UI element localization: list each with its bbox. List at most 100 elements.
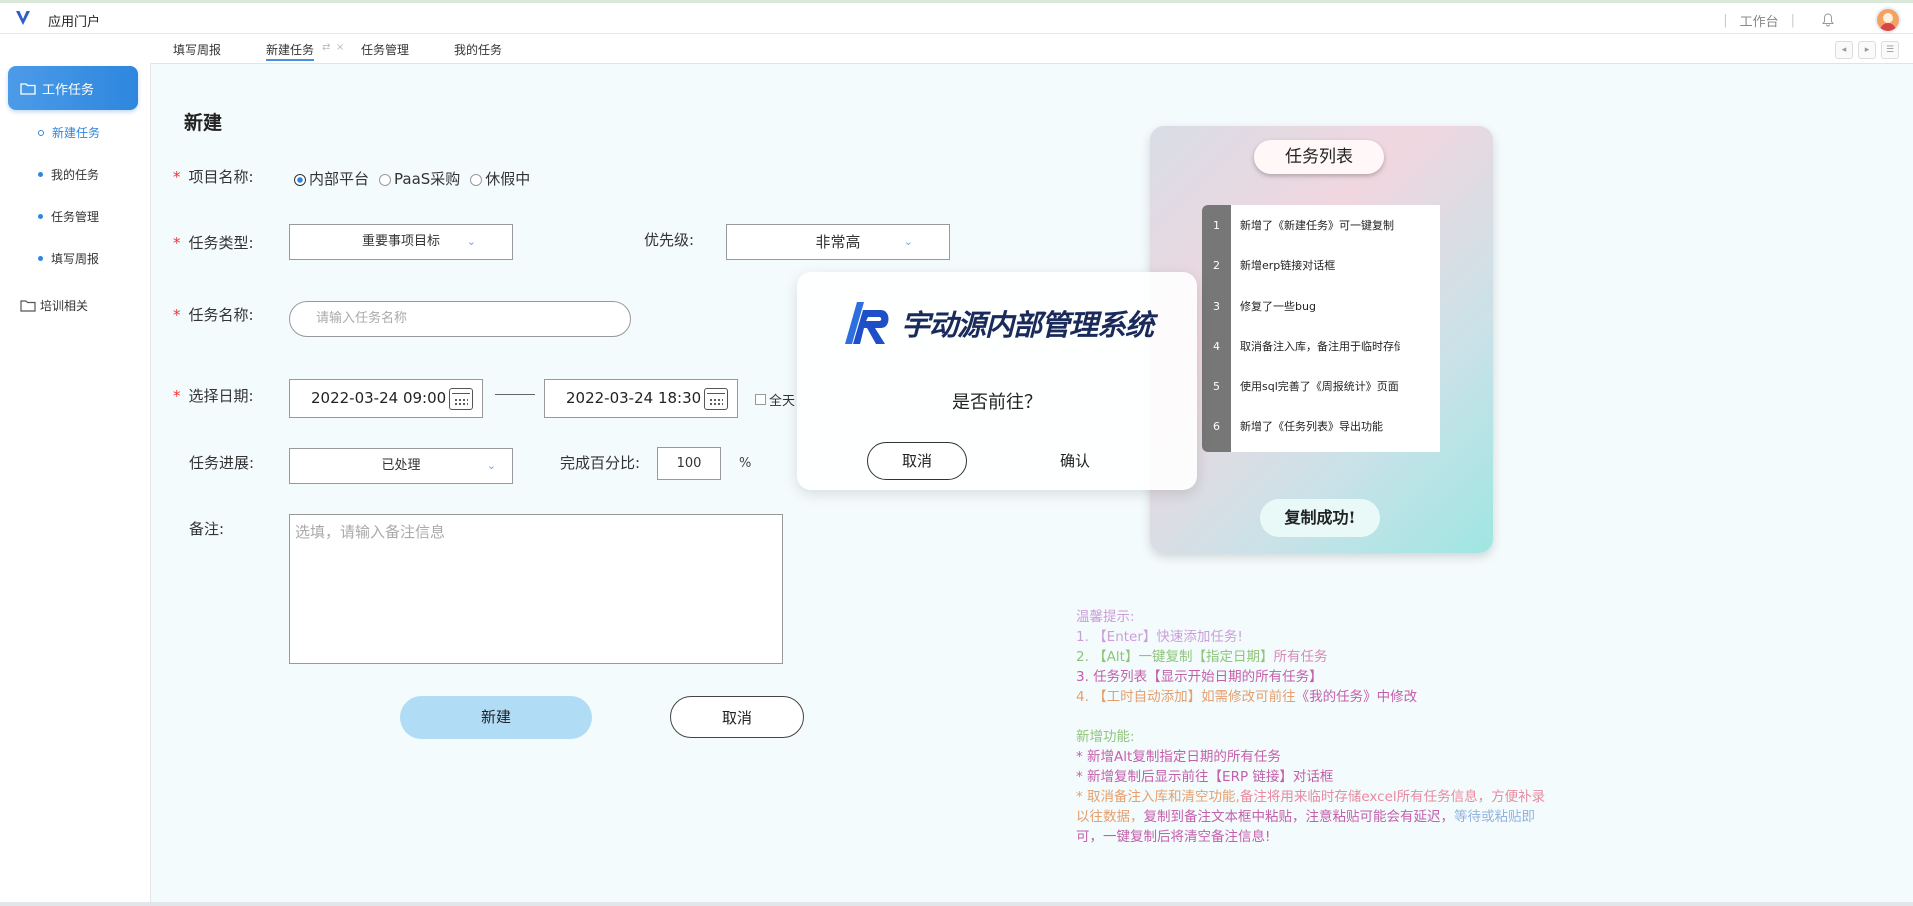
sidebar-item-label: 我的任务 xyxy=(51,168,100,182)
percent-input[interactable]: 100 xyxy=(657,447,721,480)
required-mark: * xyxy=(173,387,181,405)
sidebar-menu-work-tasks[interactable]: 工作任务 xyxy=(8,66,138,110)
allday-checkbox[interactable]: 全天 xyxy=(755,390,795,409)
brand-logo-icon xyxy=(845,302,889,344)
brand-name: 宇动源内部管理系统 xyxy=(901,308,1154,342)
note-textarea[interactable]: 选填，请输入备注信息 xyxy=(289,514,783,664)
task-type-select[interactable]: 重要事项目标 ⌄ xyxy=(289,224,513,260)
row-text: 使用sql完善了《周报统计》页面 xyxy=(1240,380,1399,393)
tab-my-tasks[interactable]: 我的任务 xyxy=(454,41,502,58)
tab-weekly-report[interactable]: 填写周报 xyxy=(173,41,221,58)
tip-text: 2. 【Alt】一键复制【指定日期】 xyxy=(1076,649,1274,665)
tip-line: 2. 【Alt】一键复制【指定日期】所有任务 xyxy=(1076,647,1545,667)
task-name-label-text: 任务名称: xyxy=(188,306,254,324)
start-date-input[interactable]: 2022-03-24 09:00 xyxy=(289,379,483,418)
user-avatar[interactable] xyxy=(1875,7,1901,33)
list-item: 5 使用sql完善了《周报统计》页面 xyxy=(1202,366,1440,406)
bell-icon[interactable] xyxy=(1821,13,1835,27)
tab-close-icon[interactable]: × xyxy=(336,42,344,53)
task-list: 1 新增了《新建任务》可一键复制 2 新增erp链接对话框 3 修复了一些bug 4 取… xyxy=(1202,205,1440,452)
tab-bar: 填写周报 新建任务 ⇄ × 任务管理 我的任务 ◂ ▸ ☰ xyxy=(0,34,1913,64)
row-number: 5 xyxy=(1213,379,1220,393)
divider: | xyxy=(1790,12,1795,28)
cancel-button[interactable]: 取消 xyxy=(670,696,804,738)
tab-new-task[interactable]: 新建任务 xyxy=(266,41,315,61)
tip-line: 4. 【工时自动添加】如需修改可前往《我的任务》中修改 xyxy=(1076,687,1545,707)
sidebar-item-my-tasks[interactable]: 我的任务 xyxy=(38,166,99,183)
end-date-input[interactable]: 2022-03-24 18:30 xyxy=(544,379,738,418)
select-value: 已处理 xyxy=(381,458,421,473)
calendar-icon[interactable] xyxy=(449,388,473,410)
radio-internal-platform[interactable] xyxy=(294,173,306,186)
required-mark: * xyxy=(173,168,181,186)
chevron-down-icon: ⌄ xyxy=(903,235,913,248)
row-number: 2 xyxy=(1213,258,1220,272)
priority-select[interactable]: 非常高 ⌄ xyxy=(726,224,950,260)
row-text: 新增erp链接对话框 xyxy=(1240,259,1336,272)
date-value: 2022-03-24 09:00 xyxy=(311,389,447,407)
tip-text: 4. 【工时自动添加】如需修改可前往 xyxy=(1076,689,1296,705)
sidebar-menu-training[interactable]: 培训相关 xyxy=(20,297,88,314)
radio-on-leave[interactable] xyxy=(470,173,483,186)
task-list-panel: 任务列表 1 新增了《新建任务》可一键复制 2 新增erp链接对话框 3 修复了一些b… xyxy=(1150,126,1493,553)
task-type-label-text: 任务类型: xyxy=(188,234,254,252)
sidebar-item-weekly-report[interactable]: 填写周报 xyxy=(38,250,99,267)
checkbox-box[interactable] xyxy=(755,394,766,405)
sidebar-item-label: 填写周报 xyxy=(51,252,100,266)
tip-text: 《我的任务》中修改 xyxy=(1295,689,1418,705)
row-number: 6 xyxy=(1213,419,1220,433)
progress-select[interactable]: 已处理 ⌄ xyxy=(289,448,513,484)
tab-menu-icon[interactable]: ☰ xyxy=(1881,41,1899,59)
feature-line: * 新增复制后显示前往【ERP 链接】对话框 xyxy=(1076,767,1545,787)
feature-text: 以往数据， xyxy=(1076,809,1144,825)
select-value: 重要事项目标 xyxy=(361,234,440,249)
project-radio-group: 内部平台 PaaS采购 休假中 xyxy=(294,168,530,189)
feature-line: * 新增Alt复制指定日期的所有任务 xyxy=(1076,749,1281,765)
feature-text: 备注将用来临时存储excel所有任务信息，方便补录 xyxy=(1239,789,1546,805)
date-value: 2022-03-24 18:30 xyxy=(566,389,702,407)
feature-text: 注意粘贴可能会有延迟， xyxy=(1305,809,1455,825)
task-name-input[interactable]: 请输入任务名称 xyxy=(289,301,631,337)
chevron-down-icon: ⌄ xyxy=(486,459,496,472)
workbench-link[interactable]: 工作台 xyxy=(1740,11,1779,30)
tab-refresh-icon[interactable]: ⇄ xyxy=(322,42,330,53)
feature-text: 复制到备注文本框中粘贴， xyxy=(1143,809,1306,825)
dialog-question: 是否前往？ xyxy=(952,392,1042,413)
page-title: 新建 xyxy=(184,112,223,134)
sidebar-item-task-management[interactable]: 任务管理 xyxy=(38,208,99,225)
copy-success-button[interactable]: 复制成功! xyxy=(1260,499,1380,537)
radio-label: 内部平台 xyxy=(309,170,370,188)
top-right-toolbar: | 工作台 | xyxy=(1711,7,1913,33)
radio-paas[interactable] xyxy=(379,173,392,186)
bullet-icon xyxy=(38,129,44,136)
priority-label: 优先级: xyxy=(644,231,695,249)
note-label: 备注: xyxy=(189,520,225,538)
calendar-icon[interactable] xyxy=(704,388,728,410)
allday-label: 全天 xyxy=(769,394,796,409)
top-bar: 应用门户 | 工作台 | xyxy=(0,0,1913,34)
create-button[interactable]: 新建 xyxy=(400,696,592,739)
sidebar-item-new-task[interactable]: 新建任务 xyxy=(38,124,100,141)
chevron-down-icon: ⌄ xyxy=(466,235,476,248)
row-text: 取消备注入库，备注用于临时存储 xyxy=(1240,340,1400,353)
sidebar: 工作任务 新建任务 我的任务 任务管理 填写周报 培训相关 xyxy=(0,63,151,906)
row-text: 修复了一些bug xyxy=(1240,300,1316,313)
feature-text: * 新增复制后显示前往 xyxy=(1076,769,1209,785)
sidebar-item-label: 新建任务 xyxy=(52,126,101,140)
tab-scroll-left-icon[interactable]: ◂ xyxy=(1835,41,1853,59)
select-value: 非常高 xyxy=(815,233,861,251)
date-range-separator xyxy=(495,394,535,395)
feature-text: * 取消备注入库和清空功能, xyxy=(1076,789,1240,805)
task-name-label: * 任务名称: xyxy=(173,304,254,325)
dialog-confirm-button[interactable]: 确认 xyxy=(1060,450,1090,471)
list-item: 1 新增了《新建任务》可一键复制 xyxy=(1202,205,1440,245)
tips-section: 温馨提示: 1. 【Enter】快速添加任务! 2. 【Alt】一键复制【指定日… xyxy=(1076,607,1545,847)
date-label-text: 选择日期: xyxy=(188,387,254,405)
list-item: 4 取消备注入库，备注用于临时存储 xyxy=(1202,326,1440,366)
tab-scroll-right-icon[interactable]: ▸ xyxy=(1858,41,1876,59)
tab-task-management[interactable]: 任务管理 xyxy=(361,41,409,58)
bullet-icon xyxy=(38,214,43,219)
brand-logo: 宇动源内部管理系统 xyxy=(843,300,1154,346)
dialog-cancel-button[interactable]: 取消 xyxy=(867,442,967,480)
bullet-icon xyxy=(38,256,43,261)
